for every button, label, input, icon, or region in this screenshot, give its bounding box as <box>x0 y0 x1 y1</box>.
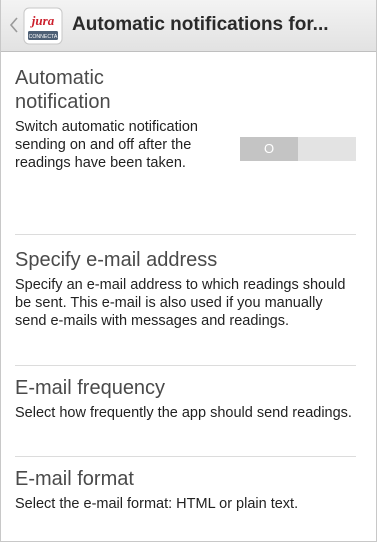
section-description: Select the e-mail format: HTML or plain … <box>15 496 299 512</box>
svg-text:CONNECTA: CONNECTA <box>29 34 58 40</box>
svg-text:jura: jura <box>30 13 55 28</box>
section-title: E-mail frequency <box>15 377 166 399</box>
back-button[interactable] <box>7 13 21 37</box>
page-title: Automatic notifications for... <box>72 14 329 35</box>
toggle-state-label: O <box>263 141 275 156</box>
section-title: Automatic notification <box>15 67 111 113</box>
automatic-notification-toggle[interactable]: O <box>240 137 356 161</box>
email-frequency-section[interactable]: E-mail frequency Select how frequently t… <box>15 376 355 422</box>
divider <box>15 365 356 366</box>
action-bar: jura CONNECTA Automatic notifications fo… <box>1 0 376 52</box>
section-title: Specify e-mail address <box>15 249 218 271</box>
section-description: Select how frequently the app should sen… <box>15 405 352 421</box>
section-title: E-mail format <box>15 468 134 490</box>
email-address-section[interactable]: Specify e-mail address Specify an e-mail… <box>15 248 355 330</box>
divider <box>15 234 356 235</box>
email-format-section[interactable]: E-mail format Select the e-mail format: … <box>15 467 355 513</box>
section-description: Switch automatic notification sending on… <box>15 119 198 171</box>
divider <box>15 456 356 457</box>
section-description: Specify an e-mail address to which readi… <box>15 277 346 329</box>
app-logo: jura CONNECTA <box>23 7 63 45</box>
chevron-left-icon <box>9 17 18 33</box>
app-window: jura CONNECTA Automatic notifications fo… <box>0 0 377 542</box>
